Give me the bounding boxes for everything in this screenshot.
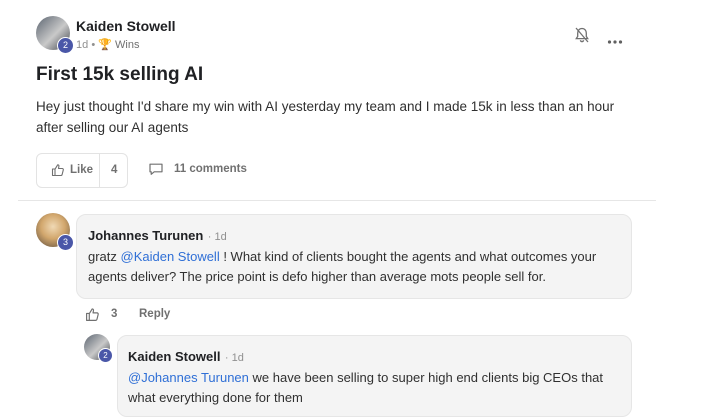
thumbs-up-icon <box>86 308 99 321</box>
post-title: First 15k selling AI <box>36 64 204 85</box>
post-author-level-badge: 2 <box>57 37 74 54</box>
comment-prefix: gratz <box>88 249 121 264</box>
comment-header: Johannes Turunen · 1d <box>88 227 227 245</box>
post-category[interactable]: Wins <box>115 39 139 51</box>
thumbs-up-icon <box>51 163 65 182</box>
comment-text: gratz @Kaiden Stowell ! What kind of cli… <box>88 247 618 287</box>
like-label: Like <box>70 164 94 176</box>
reply-header: Kaiden Stowell · 1d <box>128 348 244 366</box>
post-body: Hey just thought I'd share my win with A… <box>36 99 615 135</box>
like-button-group: Like 4 <box>36 153 128 188</box>
reply-author[interactable]: Kaiden Stowell <box>128 349 220 364</box>
comment-level-badge: 3 <box>57 234 74 251</box>
like-count: 4 <box>111 164 118 176</box>
reply-text: @Johannes Turunen we have been selling t… <box>128 368 618 408</box>
comment-like-count: 3 <box>111 308 118 320</box>
reply-time: · 1d <box>224 352 244 364</box>
bell-off-icon[interactable] <box>574 26 590 44</box>
post-author-name[interactable]: Kaiden Stowell <box>76 18 176 34</box>
trophy-icon: 🏆 <box>98 39 112 51</box>
meta-separator: • <box>91 39 96 51</box>
more-horizontal-icon[interactable] <box>607 32 623 44</box>
post-divider <box>18 200 656 201</box>
reply-level-badge: 2 <box>98 348 113 363</box>
comment-bubble-icon <box>148 162 164 181</box>
mention-link[interactable]: @Kaiden Stowell <box>121 249 220 264</box>
comment-like-button[interactable] <box>85 307 100 327</box>
comment-bubble: Johannes Turunen · 1d gratz @Kaiden Stow… <box>76 214 632 299</box>
reply-button[interactable]: Reply <box>139 308 170 320</box>
like-button[interactable]: Like <box>37 154 100 187</box>
comment-time: · 1d <box>207 231 227 243</box>
post-time: 1d <box>76 39 89 51</box>
mention-link[interactable]: @Johannes Turunen <box>128 370 249 385</box>
comment-author[interactable]: Johannes Turunen <box>88 228 203 243</box>
post-meta: 1d • 🏆 Wins <box>76 38 139 51</box>
comments-count-label: 11 comments <box>174 163 247 175</box>
reply-bubble: Kaiden Stowell · 1d @Johannes Turunen we… <box>117 335 632 417</box>
